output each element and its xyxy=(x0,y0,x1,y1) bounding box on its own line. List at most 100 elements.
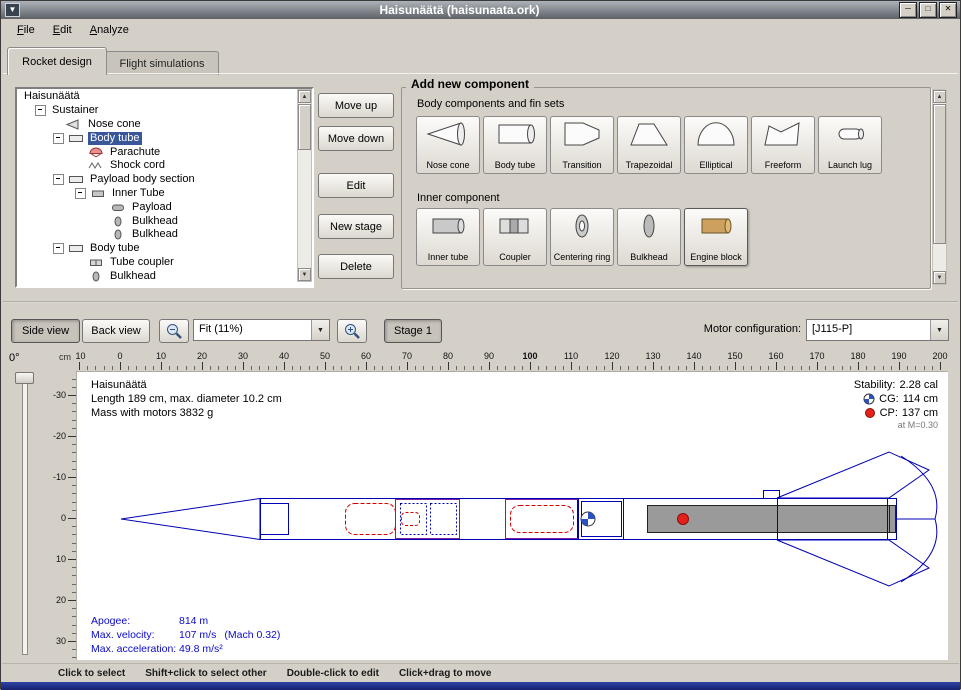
tree-item-shock-cord[interactable]: Shock cord xyxy=(17,159,297,173)
tree-item-inner-tube[interactable]: Inner Tube xyxy=(17,187,297,201)
add-nose-cone-button[interactable]: Nose cone xyxy=(416,116,480,174)
menu-file[interactable]: File xyxy=(10,22,42,38)
shock-cord-shape[interactable] xyxy=(402,513,420,526)
move-up-button[interactable]: Move up xyxy=(318,93,394,118)
zoom-in-button[interactable] xyxy=(337,319,367,343)
chevron-down-icon: ▼ xyxy=(311,320,329,340)
add-inner-tube-button[interactable]: Inner tube xyxy=(416,208,480,266)
add-elliptical-fin-button[interactable]: Elliptical xyxy=(684,116,748,174)
hint-shift-click: Shift+click to select other xyxy=(145,668,266,679)
tab-flight-simulations[interactable]: Flight simulations xyxy=(105,51,219,75)
parachute-icon xyxy=(88,147,105,158)
inner-component-label: Inner component xyxy=(417,192,500,204)
add-bulkhead-button[interactable]: Bulkhead xyxy=(617,208,681,266)
launch-lug-shape[interactable] xyxy=(764,491,780,499)
hint-double-click: Double-click to edit xyxy=(287,668,379,679)
scroll-up-icon[interactable]: ▲ xyxy=(933,90,946,103)
scroll-up-icon[interactable]: ▲ xyxy=(298,90,311,103)
maximize-button[interactable]: □ xyxy=(919,2,937,18)
scroll-down-icon[interactable]: ▼ xyxy=(933,271,946,284)
stability-block: Stability:2.28 cal CG:114 cm CP:137 cm a… xyxy=(854,378,938,430)
move-down-button[interactable]: Move down xyxy=(318,126,394,151)
motor-configuration-select[interactable]: [J115-P] ▼ xyxy=(806,319,949,341)
nose-shoulder-shape[interactable] xyxy=(261,504,289,535)
tree-scrollbar[interactable]: ▲ ▼ xyxy=(297,89,312,282)
cg-marker xyxy=(581,512,595,526)
collapse-icon[interactable] xyxy=(35,105,46,116)
add-transition-button[interactable]: Transition xyxy=(550,116,614,174)
body-tube-shape[interactable] xyxy=(261,499,578,540)
add-panel-scrollbar[interactable]: ▲ ▼ xyxy=(932,89,947,285)
rotation-slider-track[interactable] xyxy=(22,375,28,655)
add-panel-scrollbar-thumb[interactable] xyxy=(933,104,946,244)
menu-edit[interactable]: Edit xyxy=(46,22,79,38)
payload-shape[interactable] xyxy=(511,506,574,533)
ruler-unit-label: cm xyxy=(59,352,71,362)
bulkhead-icon xyxy=(110,229,127,240)
add-body-tube-button[interactable]: Body tube xyxy=(483,116,547,174)
edit-button[interactable]: Edit xyxy=(318,173,394,198)
window-menu-icon[interactable]: ▼ xyxy=(5,3,20,17)
tree-item-body-tube-aft[interactable]: Body tube xyxy=(17,242,297,256)
tab-rocket-design[interactable]: Rocket design xyxy=(7,47,107,75)
close-button[interactable]: ✕ xyxy=(939,2,957,18)
cp-label: CP: xyxy=(880,407,898,419)
collapse-icon[interactable] xyxy=(75,188,86,199)
add-coupler-button[interactable]: Coupler xyxy=(483,208,547,266)
add-engine-block-button[interactable]: Engine block xyxy=(684,208,748,266)
side-view-button[interactable]: Side view xyxy=(11,319,80,343)
bulkhead-shape[interactable] xyxy=(431,504,457,535)
rocket-figure-canvas[interactable]: Haisunäätä Length 189 cm, max. diameter … xyxy=(76,371,948,660)
panel-divider xyxy=(3,301,958,303)
zoom-select[interactable]: Fit (11%) ▼ xyxy=(193,319,330,341)
add-centering-ring-button[interactable]: Centering ring xyxy=(550,208,614,266)
body-tube-icon xyxy=(68,243,85,254)
tree-item-label: Bulkhead xyxy=(130,228,180,241)
tree-item-bulkhead[interactable]: Bulkhead xyxy=(17,214,297,228)
tree-item-bulkhead[interactable]: Bulkhead xyxy=(17,269,297,283)
velocity-mach: (Mach 0.32) xyxy=(224,628,280,642)
tree-scrollbar-thumb[interactable] xyxy=(298,104,311,150)
tube-coupler-shape[interactable] xyxy=(396,500,460,539)
back-view-button[interactable]: Back view xyxy=(82,319,150,343)
freeform-fin-icon xyxy=(760,119,806,149)
velocity-value: 107 m/s xyxy=(179,628,216,642)
bulkhead-shape[interactable] xyxy=(401,504,427,535)
collapse-icon[interactable] xyxy=(53,243,64,254)
rotation-slider-handle[interactable] xyxy=(15,372,34,384)
add-freeform-fin-button[interactable]: Freeform xyxy=(751,116,815,174)
rocket-info-block: Haisunäätä Length 189 cm, max. diameter … xyxy=(91,378,282,420)
tree-item-rocket[interactable]: Haisunäätä xyxy=(17,90,297,104)
minimize-button[interactable]: ─ xyxy=(899,2,917,18)
tree-item-nose-cone[interactable]: Nose cone xyxy=(17,118,297,132)
tree-item-parachute[interactable]: Parachute xyxy=(17,145,297,159)
collapse-icon[interactable] xyxy=(53,133,64,144)
tree-item-tube-coupler[interactable]: Tube coupler xyxy=(17,256,297,270)
tree-item-sustainer[interactable]: Sustainer xyxy=(17,104,297,118)
new-stage-button[interactable]: New stage xyxy=(318,214,394,239)
tree-item-body-tube[interactable]: Body tube xyxy=(17,131,297,145)
body-tube-icon xyxy=(492,119,538,149)
nose-cone-shape[interactable] xyxy=(121,499,260,540)
hint-click-drag: Click+drag to move xyxy=(399,668,492,679)
inner-tube-icon xyxy=(90,188,107,199)
zoom-out-button[interactable] xyxy=(159,319,189,343)
add-trapezoidal-fin-button[interactable]: Trapezoidal xyxy=(617,116,681,174)
parachute-shape[interactable] xyxy=(346,504,396,535)
velocity-label: Max. velocity: xyxy=(91,628,179,642)
acceleration-value: 49.8 m/s² xyxy=(179,642,223,656)
tree-item-payload-body-section[interactable]: Payload body section xyxy=(17,173,297,187)
scroll-down-icon[interactable]: ▼ xyxy=(298,268,311,281)
coupler-icon xyxy=(492,211,538,241)
delete-button[interactable]: Delete xyxy=(318,254,394,279)
add-launch-lug-button[interactable]: Launch lug xyxy=(818,116,882,174)
stage-1-toggle[interactable]: Stage 1 xyxy=(384,319,442,343)
menu-analyze[interactable]: Analyze xyxy=(83,22,136,38)
bulkhead-icon xyxy=(626,211,672,241)
collapse-icon[interactable] xyxy=(53,174,64,185)
body-tube-icon xyxy=(68,174,85,185)
tree-item-bulkhead[interactable]: Bulkhead xyxy=(17,228,297,242)
tree-item-payload[interactable]: Payload xyxy=(17,200,297,214)
tree-item-label: Body tube xyxy=(88,242,142,255)
coupler-icon xyxy=(88,257,105,268)
